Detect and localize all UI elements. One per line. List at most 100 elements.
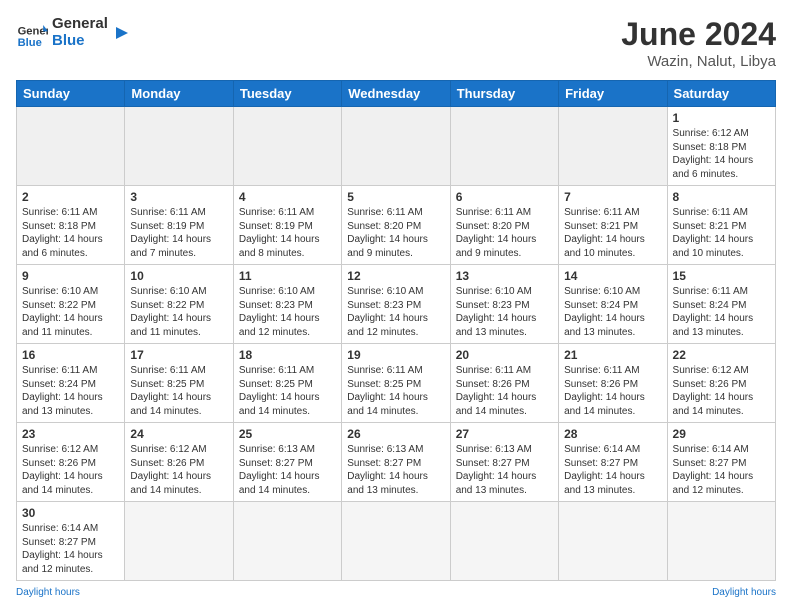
calendar-cell: 24 Sunrise: 6:12 AMSunset: 8:26 PMDayligh… [125,423,233,502]
day-number: 24 [130,427,227,441]
day-info: Sunrise: 6:13 AMSunset: 8:27 PMDaylight:… [347,443,444,497]
calendar-cell [17,107,125,186]
calendar-cell [125,107,233,186]
day-info: Sunrise: 6:10 AMSunset: 8:23 PMDaylight:… [347,285,444,339]
day-number: 23 [22,427,119,441]
logo-general-text: General [52,16,108,33]
day-number: 17 [130,348,227,362]
day-info: Sunrise: 6:11 AMSunset: 8:26 PMDaylight:… [564,364,661,418]
day-info: Sunrise: 6:10 AMSunset: 8:23 PMDaylight:… [456,285,553,339]
calendar-week-row: 1 Sunrise: 6:12 AMSunset: 8:18 PMDaylight… [17,107,776,186]
day-info: Sunrise: 6:12 AMSunset: 8:26 PMDaylight:… [130,443,227,497]
title-block: June 2024 Wazin, Nalut, Libya [621,16,776,70]
calendar-cell: 29 Sunrise: 6:14 AMSunset: 8:27 PMDayligh… [667,423,775,502]
calendar-cell: 11Sunrise: 6:10 AMSunset: 8:23 PMDayligh… [233,265,341,344]
calendar-cell [559,107,667,186]
calendar-cell [233,502,341,581]
calendar-cell: 28Sunrise: 6:14 AMSunset: 8:27 PMDayligh… [559,423,667,502]
day-info: Sunrise: 6:12 AMSunset: 8:26 PMDaylight:… [22,443,119,497]
day-number: 8 [673,190,770,204]
calendar-cell [559,502,667,581]
day-number: 30 [22,506,119,520]
calendar-week-row: 23 Sunrise: 6:12 AMSunset: 8:26 PMDayligh… [17,423,776,502]
day-info: Sunrise: 6:14 AMSunset: 8:27 PMDaylight:… [22,522,119,576]
day-info: Sunrise: 6:13 AMSunset: 8:27 PMDaylight:… [456,443,553,497]
calendar-cell: 12 Sunrise: 6:10 AMSunset: 8:23 PMDayligh… [342,265,450,344]
day-info: Sunrise: 6:11 AMSunset: 8:19 PMDaylight:… [130,206,227,260]
weekday-header-saturday: Saturday [667,81,775,107]
calendar-cell: 17 Sunrise: 6:11 AMSunset: 8:25 PMDayligh… [125,344,233,423]
calendar-cell: 19Sunrise: 6:11 AMSunset: 8:25 PMDayligh… [342,344,450,423]
day-info: Sunrise: 6:11 AMSunset: 8:24 PMDaylight:… [673,285,770,339]
weekday-header-thursday: Thursday [450,81,558,107]
day-info: Sunrise: 6:11 AMSunset: 8:20 PMDaylight:… [456,206,553,260]
calendar-cell [233,107,341,186]
header: General Blue General Blue June 2024 Wazi… [16,16,776,70]
day-number: 20 [456,348,553,362]
calendar-cell: 2 Sunrise: 6:11 AMSunset: 8:18 PMDaylight… [17,186,125,265]
calendar-cell: 27Sunrise: 6:13 AMSunset: 8:27 PMDayligh… [450,423,558,502]
day-info: Sunrise: 6:11 AMSunset: 8:19 PMDaylight:… [239,206,336,260]
day-number: 21 [564,348,661,362]
day-number: 1 [673,111,770,125]
day-number: 12 [347,269,444,283]
calendar-cell: 20Sunrise: 6:11 AMSunset: 8:26 PMDayligh… [450,344,558,423]
calendar-cell [342,107,450,186]
day-info: Sunrise: 6:14 AMSunset: 8:27 PMDaylight:… [673,443,770,497]
calendar-cell: 23 Sunrise: 6:12 AMSunset: 8:26 PMDayligh… [17,423,125,502]
logo-arrow-icon [112,23,132,43]
day-number: 2 [22,190,119,204]
weekday-header-sunday: Sunday [17,81,125,107]
day-info: Sunrise: 6:14 AMSunset: 8:27 PMDaylight:… [564,443,661,497]
calendar-cell [342,502,450,581]
calendar-cell: 5Sunrise: 6:11 AMSunset: 8:20 PMDaylight… [342,186,450,265]
calendar-cell: 21 Sunrise: 6:11 AMSunset: 8:26 PMDayligh… [559,344,667,423]
day-number: 13 [456,269,553,283]
footer-daylight-right: Daylight hours [712,587,776,598]
calendar-cell: 6Sunrise: 6:11 AMSunset: 8:20 PMDaylight… [450,186,558,265]
day-number: 29 [673,427,770,441]
day-number: 25 [239,427,336,441]
calendar-cell: 14Sunrise: 6:10 AMSunset: 8:24 PMDayligh… [559,265,667,344]
logo-icon: General Blue [16,17,48,49]
day-info: Sunrise: 6:11 AMSunset: 8:25 PMDaylight:… [130,364,227,418]
weekday-header-monday: Monday [125,81,233,107]
calendar-week-row: 30 Sunrise: 6:14 AMSunset: 8:27 PMDayligh… [17,502,776,581]
calendar-table: SundayMondayTuesdayWednesdayThursdayFrid… [16,80,776,581]
day-number: 18 [239,348,336,362]
location-title: Wazin, Nalut, Libya [621,53,776,70]
weekday-header-wednesday: Wednesday [342,81,450,107]
weekday-header-row: SundayMondayTuesdayWednesdayThursdayFrid… [17,81,776,107]
calendar-cell [125,502,233,581]
day-number: 22 [673,348,770,362]
weekday-header-friday: Friday [559,81,667,107]
day-info: Sunrise: 6:10 AMSunset: 8:22 PMDaylight:… [130,285,227,339]
day-info: Sunrise: 6:11 AMSunset: 8:24 PMDaylight:… [22,364,119,418]
day-number: 19 [347,348,444,362]
day-info: Sunrise: 6:13 AMSunset: 8:27 PMDaylight:… [239,443,336,497]
calendar-cell: 9Sunrise: 6:10 AMSunset: 8:22 PMDaylight… [17,265,125,344]
calendar-cell: 26Sunrise: 6:13 AMSunset: 8:27 PMDayligh… [342,423,450,502]
calendar-cell: 15 Sunrise: 6:11 AMSunset: 8:24 PMDayligh… [667,265,775,344]
calendar-cell: 16 Sunrise: 6:11 AMSunset: 8:24 PMDayligh… [17,344,125,423]
calendar-cell: 3Sunrise: 6:11 AMSunset: 8:19 PMDaylight… [125,186,233,265]
calendar-cell: 10Sunrise: 6:10 AMSunset: 8:22 PMDayligh… [125,265,233,344]
calendar-cell: 7Sunrise: 6:11 AMSunset: 8:21 PMDaylight… [559,186,667,265]
day-info: Sunrise: 6:11 AMSunset: 8:21 PMDaylight:… [673,206,770,260]
calendar-cell [450,502,558,581]
month-title: June 2024 [621,16,776,53]
calendar-cell [450,107,558,186]
calendar-cell: 30 Sunrise: 6:14 AMSunset: 8:27 PMDayligh… [17,502,125,581]
day-number: 16 [22,348,119,362]
calendar-week-row: 9Sunrise: 6:10 AMSunset: 8:22 PMDaylight… [17,265,776,344]
day-info: Sunrise: 6:11 AMSunset: 8:18 PMDaylight:… [22,206,119,260]
day-info: Sunrise: 6:11 AMSunset: 8:20 PMDaylight:… [347,206,444,260]
day-number: 15 [673,269,770,283]
day-number: 4 [239,190,336,204]
day-info: Sunrise: 6:12 AMSunset: 8:18 PMDaylight:… [673,127,770,181]
calendar-cell: 1 Sunrise: 6:12 AMSunset: 8:18 PMDaylight… [667,107,775,186]
svg-text:Blue: Blue [18,36,42,48]
day-info: Sunrise: 6:10 AMSunset: 8:24 PMDaylight:… [564,285,661,339]
day-info: Sunrise: 6:12 AMSunset: 8:26 PMDaylight:… [673,364,770,418]
logo: General Blue General Blue [16,16,132,49]
